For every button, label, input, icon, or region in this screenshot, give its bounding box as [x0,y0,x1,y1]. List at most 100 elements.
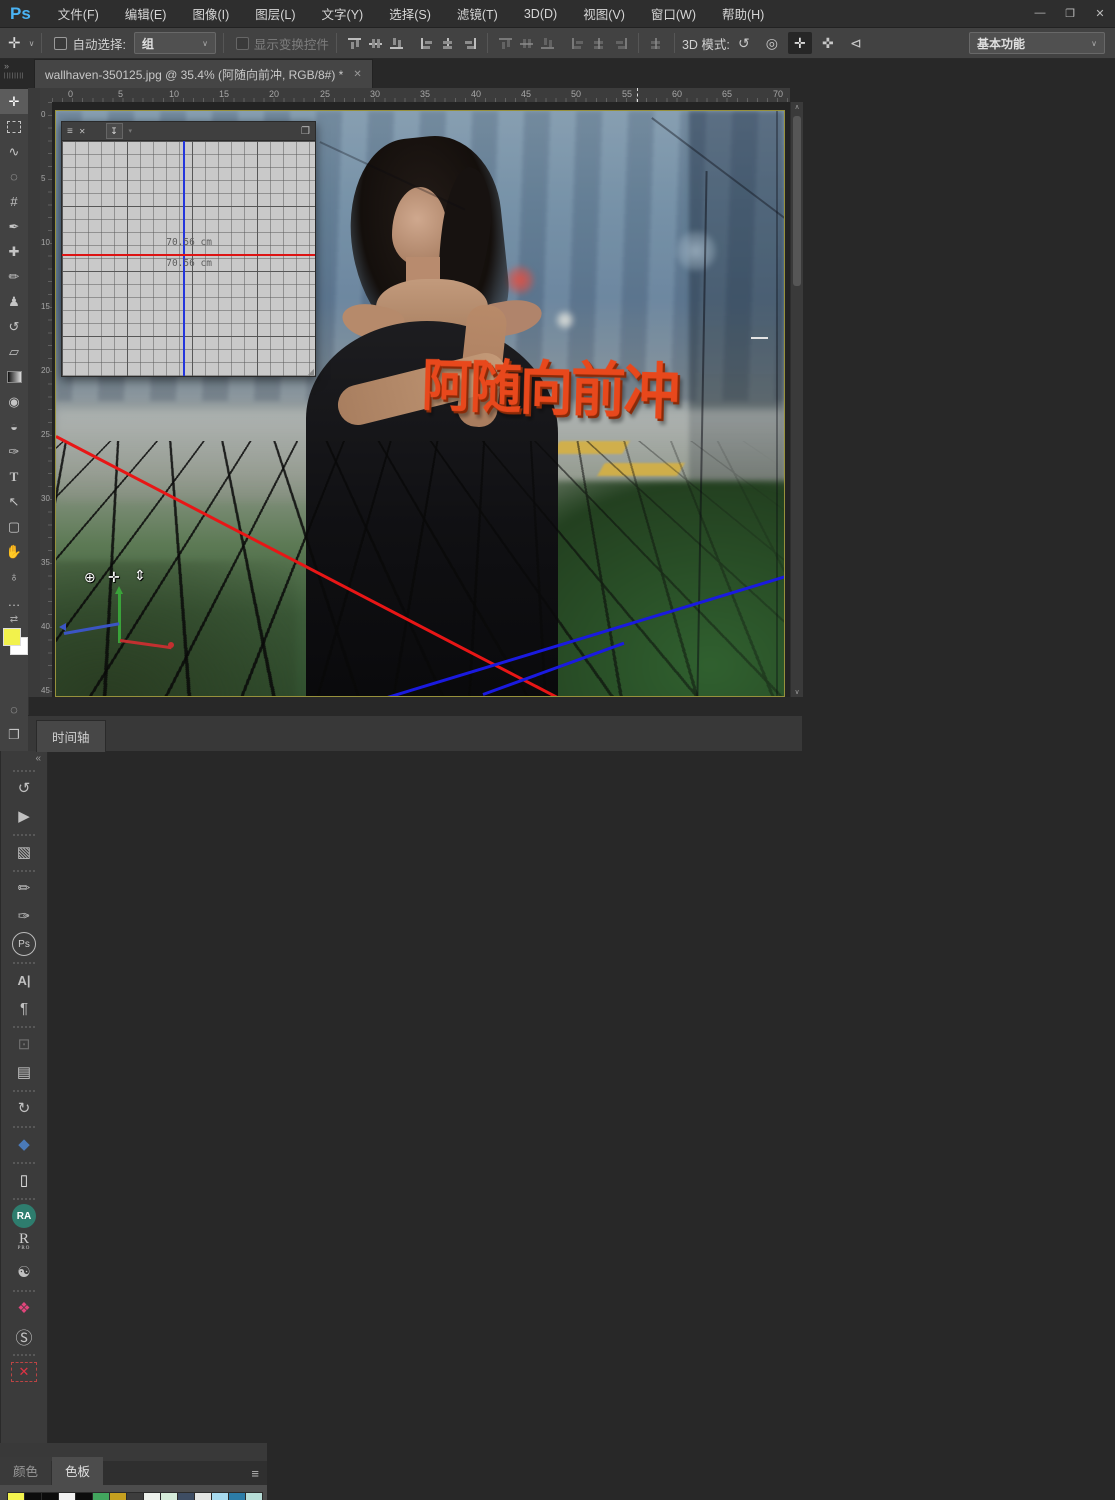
view-pick-icon[interactable]: ↧ [106,123,123,139]
tool-path-select[interactable]: ↖ [0,489,28,514]
tool-brush[interactable]: ✏ [0,264,28,289]
secondary-view-panel[interactable]: ≡ ✕ ↧ ▾ ❐ 70.56 cm 70.56 cm ◢ [61,121,316,377]
auto-select-checkbox[interactable] [54,37,67,50]
swatch[interactable] [76,1493,92,1500]
panel-close-icon[interactable]: ✕ [79,127,86,136]
3d-text-overlay[interactable]: 阿随向前冲 [421,341,785,436]
minimize-button[interactable]: — [1025,7,1055,20]
menu-3d[interactable]: 3D(D) [511,0,570,27]
tool-clone-stamp[interactable]: ♟ [0,289,28,314]
distribute-right-icon[interactable] [614,38,627,49]
tab-color[interactable]: 颜色 [0,1457,51,1485]
panel-menu-icon[interactable]: ≡ [67,126,73,137]
tool-healing-brush[interactable]: ✚ [0,239,28,264]
swatch[interactable] [25,1493,41,1500]
history-panel-icon[interactable]: ↺ [4,774,44,802]
menu-filter[interactable]: 滤镜(T) [444,0,511,27]
clone-source-panel-icon[interactable]: ⊡ [4,1030,44,1058]
swatch[interactable] [144,1493,160,1500]
s-plugin-icon[interactable]: Ⓢ [4,1322,44,1350]
character-panel-icon[interactable]: A| [4,966,44,994]
tool-hand[interactable]: ✋ [0,539,28,564]
tool-move[interactable]: ✛ [0,89,28,114]
tab-close-icon[interactable]: ✕ [353,69,361,80]
swatch[interactable] [161,1493,177,1500]
tool-marquee[interactable] [0,114,28,139]
vertical-scroll-thumb[interactable] [793,116,801,286]
toolbar-collapse-icon[interactable]: »|||||||| [4,62,24,80]
gizmo-scale-icon[interactable]: ⇕ [134,567,146,584]
quick-mask-button[interactable]: ◌ [0,697,28,722]
document-tab[interactable]: wallhaven-350125.jpg @ 35.4% (阿随向前冲, RGB… [34,59,373,89]
x-plugin-icon[interactable]: ✕ [4,1358,44,1386]
swatch[interactable] [212,1493,228,1500]
device-preview-panel-icon[interactable]: ▯ [4,1166,44,1194]
swatch[interactable] [110,1493,126,1500]
foreground-color-well[interactable] [3,628,21,646]
ps-badge-icon[interactable]: Ps [4,930,44,958]
tool-lasso[interactable]: ∿ [0,139,28,164]
pink-plugin-icon[interactable]: ❖ [4,1294,44,1322]
swap-view-icon[interactable]: ❐ [301,126,310,137]
dock-collapse-icon[interactable]: « [29,751,47,766]
view-caret-icon[interactable]: ▾ [129,127,133,135]
distribute-spacing-icon[interactable] [650,38,663,49]
3d-panel-icon[interactable]: ◆ [4,1130,44,1158]
tool-zoom[interactable]: ♁ [0,564,28,589]
3d-pan-icon[interactable]: ✛ [788,32,812,54]
gizmo-orbit-icon[interactable]: ⊕ [84,569,96,586]
actions-panel-icon[interactable]: ▶ [4,802,44,830]
screen-mode-button[interactable]: ❐ [0,722,28,747]
tool-preset-caret-icon[interactable]: ∨ [29,39,35,48]
ra-plugin-icon[interactable]: RA [4,1202,44,1230]
libraries-panel-icon[interactable]: ▤ [4,1058,44,1086]
menu-edit[interactable]: 编辑(E) [112,0,180,27]
close-button[interactable]: ✕ [1085,7,1115,20]
align-hcenter-icon[interactable] [442,38,455,49]
move-tool-icon[interactable]: ✛ [8,34,21,52]
yin-yang-plugin-icon[interactable]: ☯ [4,1258,44,1286]
workspace-dropdown[interactable]: 基本功能 ∨ [969,32,1105,54]
3d-material-panel-icon[interactable]: ▧ [4,838,44,866]
menu-window[interactable]: 窗口(W) [638,0,709,27]
restore-button[interactable]: ❐ [1055,7,1085,20]
tool-blur[interactable]: ◉ [0,389,28,414]
tool-more[interactable]: … [0,589,28,614]
tool-gradient[interactable] [0,364,28,389]
distribute-left-icon[interactable] [572,38,585,49]
scroll-up-icon[interactable]: ∧ [791,103,803,111]
menu-type[interactable]: 文字(Y) [309,0,377,27]
swap-colors-icon[interactable]: ⇄ [10,614,18,626]
document-canvas[interactable]: 阿随向前冲 ⊕ ✛ ⇕ ≡ ✕ ↧ ▾ ❐ 70.56 cm 70.56 cm [55,110,785,697]
gizmo-pan-icon[interactable]: ✛ [108,569,120,586]
panel-menu-icon[interactable]: ≡ [251,1466,259,1481]
tool-pen[interactable]: ✑ [0,439,28,464]
paragraph-panel-icon[interactable]: ¶ [4,994,44,1022]
horizontal-ruler[interactable]: 0 5 10 15 20 25 30 35 40 45 50 55 60 65 … [52,88,790,103]
swatch[interactable] [93,1493,109,1500]
show-transform-checkbox[interactable] [236,37,249,50]
retouch-pro-plugin-icon[interactable]: RPRO [4,1230,44,1258]
tool-shape[interactable]: ▢ [0,514,28,539]
scroll-down-icon[interactable]: ∨ [791,688,803,696]
tool-eraser[interactable]: ▱ [0,339,28,364]
canvas-viewport[interactable]: 阿随向前冲 ⊕ ✛ ⇕ ≡ ✕ ↧ ▾ ❐ 70.56 cm 70.56 cm [52,102,790,697]
swatch[interactable] [195,1493,211,1500]
swatch[interactable] [229,1493,245,1500]
swatch[interactable] [246,1493,262,1500]
align-left-icon[interactable] [421,38,434,49]
tool-presets-panel-icon[interactable]: ✑ [4,902,44,930]
distribute-bottom-icon[interactable] [541,38,554,49]
menu-view[interactable]: 视图(V) [570,0,638,27]
menu-select[interactable]: 选择(S) [376,0,444,27]
resize-handle-icon[interactable]: ◢ [308,367,314,376]
swatch[interactable] [59,1493,75,1500]
tool-quick-select[interactable]: ◌ [0,164,28,189]
3d-slide-icon[interactable]: ✜ [816,32,840,54]
tool-eyedropper[interactable]: ✒ [0,214,28,239]
auto-select-dropdown[interactable]: 组 ∨ [134,32,216,54]
tool-history-brush[interactable]: ↺ [0,314,28,339]
align-top-icon[interactable] [348,38,361,49]
menu-layer[interactable]: 图层(L) [242,0,308,27]
align-right-icon[interactable] [463,38,476,49]
